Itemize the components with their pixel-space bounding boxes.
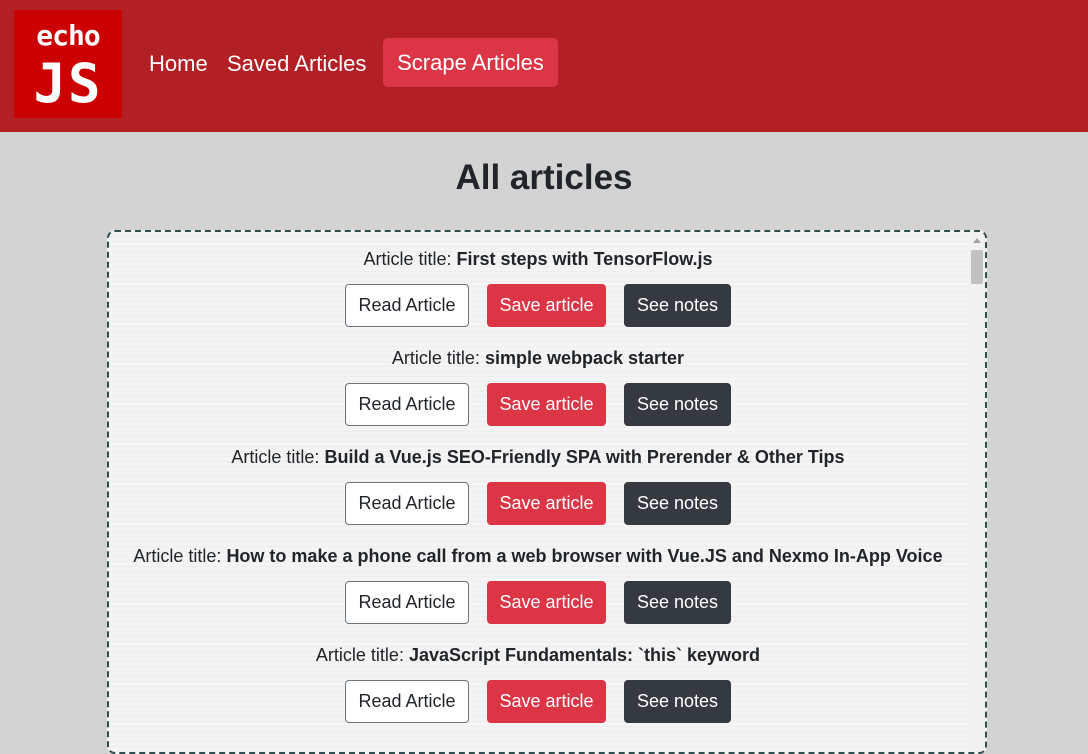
page-title: All articles — [455, 158, 633, 197]
read-article-button[interactable]: Read Article — [345, 383, 469, 426]
panel-scrollbar[interactable] — [969, 232, 985, 752]
see-notes-button[interactable]: See notes — [624, 581, 731, 624]
article-title-text: How to make a phone call from a web brow… — [226, 546, 943, 566]
article-title-text: simple webpack starter — [484, 348, 685, 368]
save-article-button[interactable]: Save article — [487, 383, 606, 426]
article-title-prefix: Article title: — [315, 645, 404, 665]
article-actions: Read Article Save article See notes — [109, 284, 967, 328]
scrape-articles-button[interactable]: Scrape Articles — [383, 38, 558, 87]
article-actions: Read Article Save article See notes — [109, 482, 967, 526]
save-article-button[interactable]: Save article — [487, 482, 606, 525]
article-actions: Read Article Save article See notes — [109, 581, 967, 625]
article-title-prefix: Article title: — [363, 249, 452, 269]
read-article-button[interactable]: Read Article — [345, 482, 469, 525]
see-notes-button[interactable]: See notes — [624, 482, 731, 525]
article-title-prefix: Article title: — [133, 546, 222, 566]
article-title: Article title: Build a Vue.js SEO-Friend… — [109, 444, 967, 470]
logo-text-js: JS — [33, 52, 103, 115]
see-notes-button[interactable]: See notes — [624, 680, 731, 723]
echojs-logo[interactable]: echo JS — [14, 10, 122, 118]
see-notes-button[interactable]: See notes — [624, 284, 731, 327]
article-title-text: JavaScript Fundamentals: `this` keyword — [408, 645, 761, 665]
read-article-button[interactable]: Read Article — [345, 581, 469, 624]
see-notes-button[interactable]: See notes — [624, 383, 731, 426]
article-title: Article title: JavaScript Fundamentals: … — [109, 642, 967, 668]
nav-saved-articles-link[interactable]: Saved Articles — [227, 48, 366, 80]
logo-text-echo: echo — [36, 19, 100, 52]
save-article-button[interactable]: Save article — [487, 284, 606, 327]
articles-panel: Article title: First steps with TensorFl… — [107, 230, 987, 754]
save-article-button[interactable]: Save article — [487, 581, 606, 624]
article-title: Article title: First steps with TensorFl… — [109, 246, 967, 272]
read-article-button[interactable]: Read Article — [345, 284, 469, 327]
article-title-prefix: Article title: — [391, 348, 480, 368]
article-title-prefix: Article title: — [231, 447, 320, 467]
article-actions: Read Article Save article See notes — [109, 680, 967, 724]
article-title: Article title: simple webpack starter — [109, 345, 967, 371]
navbar: echo JS Home Saved Articles Scrape Artic… — [0, 0, 1088, 132]
article-title: Article title: How to make a phone call … — [109, 543, 967, 569]
scrollbar-thumb[interactable] — [971, 250, 983, 284]
read-article-button[interactable]: Read Article — [345, 680, 469, 723]
scroll-up-arrow-icon[interactable] — [973, 238, 981, 243]
article-title-text: Build a Vue.js SEO-Friendly SPA with Pre… — [324, 447, 845, 467]
article-actions: Read Article Save article See notes — [109, 383, 967, 427]
article-title-text: First steps with TensorFlow.js — [456, 249, 713, 269]
nav-home-link[interactable]: Home — [149, 48, 208, 80]
save-article-button[interactable]: Save article — [487, 680, 606, 723]
